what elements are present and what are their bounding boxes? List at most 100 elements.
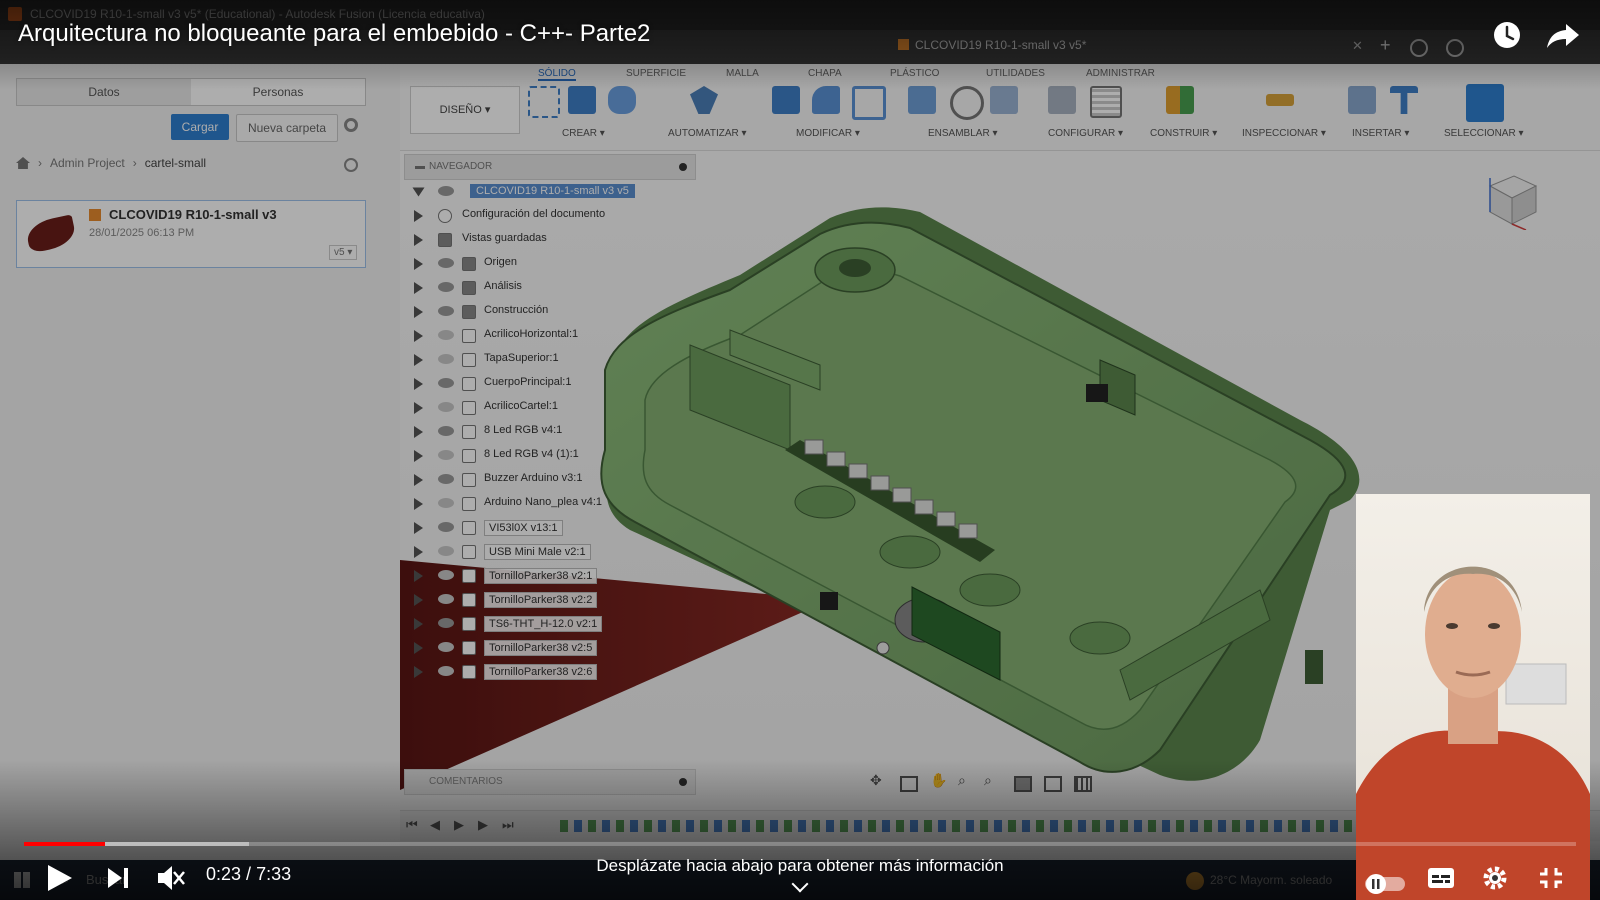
new-folder-button[interactable]: Nueva carpeta — [236, 114, 338, 142]
pin-icon[interactable] — [679, 163, 687, 171]
eye-icon[interactable] — [438, 258, 454, 268]
breadcrumb-project[interactable]: Admin Project — [50, 156, 125, 170]
eye-icon[interactable] — [438, 594, 454, 604]
measure-icon[interactable] — [1266, 94, 1294, 106]
group-construir[interactable]: CONSTRUIR ▾ — [1150, 128, 1217, 139]
eye-icon[interactable] — [438, 474, 454, 484]
expand-arrow-icon[interactable] — [414, 474, 423, 486]
tab-plastico[interactable]: PLÁSTICO — [890, 68, 939, 79]
share-icon[interactable] — [1546, 20, 1580, 50]
group-ensamblar[interactable]: ENSAMBLAR ▾ — [928, 128, 997, 139]
new-tab-icon[interactable]: + — [1380, 35, 1391, 56]
pan-icon[interactable]: ✋ — [930, 772, 947, 789]
expand-arrow-icon[interactable] — [414, 546, 423, 558]
eye-icon[interactable] — [438, 450, 454, 460]
group-insertar[interactable]: INSERTAR ▾ — [1352, 128, 1409, 139]
eye-icon[interactable] — [438, 378, 454, 388]
eye-icon[interactable] — [438, 522, 454, 532]
scroll-hint[interactable]: Desplázate hacia abajo para obtener más … — [0, 856, 1600, 893]
eye-icon[interactable] — [438, 330, 454, 340]
home-icon[interactable] — [16, 157, 30, 169]
notifications-icon[interactable] — [1446, 39, 1464, 57]
fillet-icon[interactable] — [812, 86, 840, 114]
automate-icon[interactable] — [690, 86, 718, 114]
file-card[interactable]: CLCOVID19 R10-1-small v3 28/01/2025 06:1… — [16, 200, 366, 268]
press-pull-icon[interactable] — [772, 86, 800, 114]
insert-text-icon[interactable] — [1390, 86, 1418, 114]
eye-icon[interactable] — [438, 402, 454, 412]
timeline-play-icon[interactable]: ▶ — [454, 817, 464, 833]
expand-arrow-icon[interactable] — [414, 426, 423, 438]
shell-icon[interactable] — [852, 86, 886, 120]
expand-arrow-icon[interactable] — [414, 594, 423, 606]
browser-panel-header[interactable]: ▬ NAVEGADOR — [404, 154, 696, 180]
expand-arrow-icon[interactable] — [414, 522, 423, 534]
expand-arrow-icon[interactable] — [414, 330, 423, 342]
timeline-prev-icon[interactable]: ◀ — [430, 817, 440, 833]
expand-arrow-icon[interactable] — [414, 618, 423, 630]
expand-arrow-icon[interactable] — [414, 258, 423, 270]
sketch-icon[interactable] — [528, 86, 560, 118]
plane-icon[interactable] — [1166, 86, 1194, 114]
video-player[interactable]: CLCOVID19 R10-1-small v3 v5* (Educationa… — [0, 0, 1600, 900]
document-tab[interactable]: CLCOVID19 R10-1-small v3 v5* — [898, 38, 1086, 52]
eye-icon[interactable] — [438, 186, 454, 196]
tab-chapa[interactable]: CHAPA — [808, 68, 842, 79]
expand-arrow-icon[interactable] — [414, 498, 423, 510]
tab-administrar[interactable]: ADMINISTRAR — [1086, 68, 1155, 79]
add-comment-icon[interactable] — [679, 778, 687, 786]
video-title[interactable]: Arquitectura no bloqueante para el embeb… — [18, 20, 650, 48]
eye-icon[interactable] — [438, 666, 454, 676]
table-icon[interactable] — [1090, 86, 1122, 118]
expand-arrow-icon[interactable] — [414, 402, 423, 414]
eye-icon[interactable] — [438, 498, 454, 508]
tab-solido[interactable]: SÓLIDO — [538, 68, 576, 81]
subtitles-icon[interactable] — [1426, 860, 1456, 896]
expand-arrow-icon[interactable] — [414, 306, 423, 318]
eye-icon[interactable] — [438, 546, 454, 556]
group-configurar[interactable]: CONFIGURAR ▾ — [1048, 128, 1123, 139]
tab-personas[interactable]: Personas — [191, 79, 365, 105]
orbit-icon[interactable]: ✥ — [870, 772, 882, 789]
settings-gear-icon[interactable] — [1480, 860, 1510, 896]
progress-bar[interactable] — [24, 842, 1576, 846]
eye-icon[interactable] — [438, 642, 454, 652]
timeline-next-icon[interactable]: ▶ — [478, 817, 488, 833]
viewports-icon[interactable] — [1074, 776, 1092, 792]
joint-icon[interactable] — [950, 86, 984, 120]
expand-arrow-icon[interactable] — [414, 666, 423, 678]
breadcrumb-folder[interactable]: cartel-small — [145, 156, 206, 170]
form-icon[interactable] — [608, 86, 636, 114]
expand-arrow-icon[interactable] — [414, 378, 423, 390]
expand-arrow-icon[interactable] — [414, 642, 423, 654]
expand-arrow-icon[interactable] — [414, 210, 423, 222]
sync-icon[interactable] — [344, 158, 358, 172]
eye-icon[interactable] — [438, 570, 454, 580]
expand-arrow-icon[interactable] — [414, 450, 423, 462]
extrude-icon[interactable] — [568, 86, 596, 114]
as-built-joint-icon[interactable] — [990, 86, 1018, 114]
expand-arrow-icon[interactable] — [414, 234, 423, 246]
display-settings-icon[interactable] — [1014, 776, 1032, 792]
grid-icon[interactable] — [1044, 776, 1062, 792]
watch-later-icon[interactable] — [1492, 20, 1522, 50]
workspace-dropdown[interactable]: DISEÑO ▾ — [410, 86, 520, 134]
expand-arrow-icon[interactable] — [412, 187, 425, 197]
zoom-window-icon[interactable]: ⌕ — [958, 772, 966, 789]
eye-icon[interactable] — [438, 306, 454, 316]
version-dropdown[interactable]: v5 ▾ — [329, 245, 358, 260]
group-seleccionar[interactable]: SELECCIONAR ▾ — [1444, 128, 1523, 139]
parameters-icon[interactable] — [1048, 86, 1076, 114]
group-crear[interactable]: CREAR ▾ — [562, 128, 605, 139]
tab-malla[interactable]: MALLA — [726, 68, 759, 79]
tab-datos[interactable]: Datos — [17, 79, 191, 105]
job-status-icon[interactable] — [1410, 39, 1428, 57]
insert-derive-icon[interactable] — [1348, 86, 1376, 114]
load-button[interactable]: Cargar — [171, 114, 229, 140]
eye-icon[interactable] — [438, 426, 454, 436]
group-inspeccionar[interactable]: INSPECCIONAR ▾ — [1242, 128, 1326, 139]
timeline-start-icon[interactable]: ⏮ — [406, 817, 418, 833]
look-at-icon[interactable] — [900, 776, 918, 792]
autoplay-toggle[interactable] — [1364, 866, 1406, 900]
select-icon[interactable] — [1466, 84, 1504, 122]
